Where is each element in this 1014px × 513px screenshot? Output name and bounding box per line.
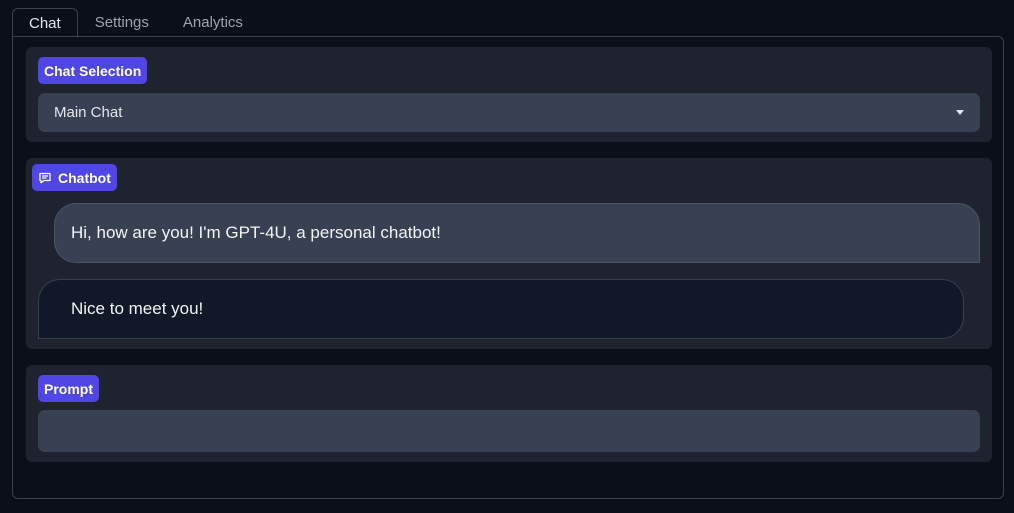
prompt-input[interactable]	[38, 410, 980, 452]
chatbot-label-text: Chatbot	[58, 169, 111, 186]
message-text: Hi, how are you! I'm GPT-4U, a personal …	[71, 223, 441, 242]
chat-selection-label-text: Chat Selection	[44, 62, 142, 79]
prompt-label-text: Prompt	[44, 380, 93, 397]
chat-selection-label: Chat Selection	[38, 57, 148, 84]
chat-bubble-icon	[38, 171, 52, 185]
message-user: Nice to meet you!	[38, 279, 964, 339]
tab-bar: Chat Settings Analytics	[12, 0, 260, 38]
tab-panel-chat: Chat Selection Main Chat Chatbot Hi, how…	[12, 36, 1004, 499]
prompt-block: Prompt	[26, 365, 992, 462]
chatbot-block: Chatbot Hi, how are you! I'm GPT-4U, a p…	[26, 158, 992, 349]
tab-analytics[interactable]: Analytics	[166, 7, 260, 37]
chevron-down-icon	[956, 110, 964, 115]
chat-selection-value: Main Chat	[54, 104, 123, 121]
tab-chat[interactable]: Chat	[12, 8, 78, 38]
chat-selection-block: Chat Selection Main Chat	[26, 47, 992, 142]
prompt-label: Prompt	[38, 375, 99, 402]
message-text: Nice to meet you!	[71, 299, 204, 318]
chat-selection-dropdown[interactable]: Main Chat	[38, 93, 980, 132]
message-bot: Hi, how are you! I'm GPT-4U, a personal …	[54, 203, 980, 263]
chatbot-label: Chatbot	[32, 164, 117, 191]
tab-settings[interactable]: Settings	[78, 7, 166, 37]
